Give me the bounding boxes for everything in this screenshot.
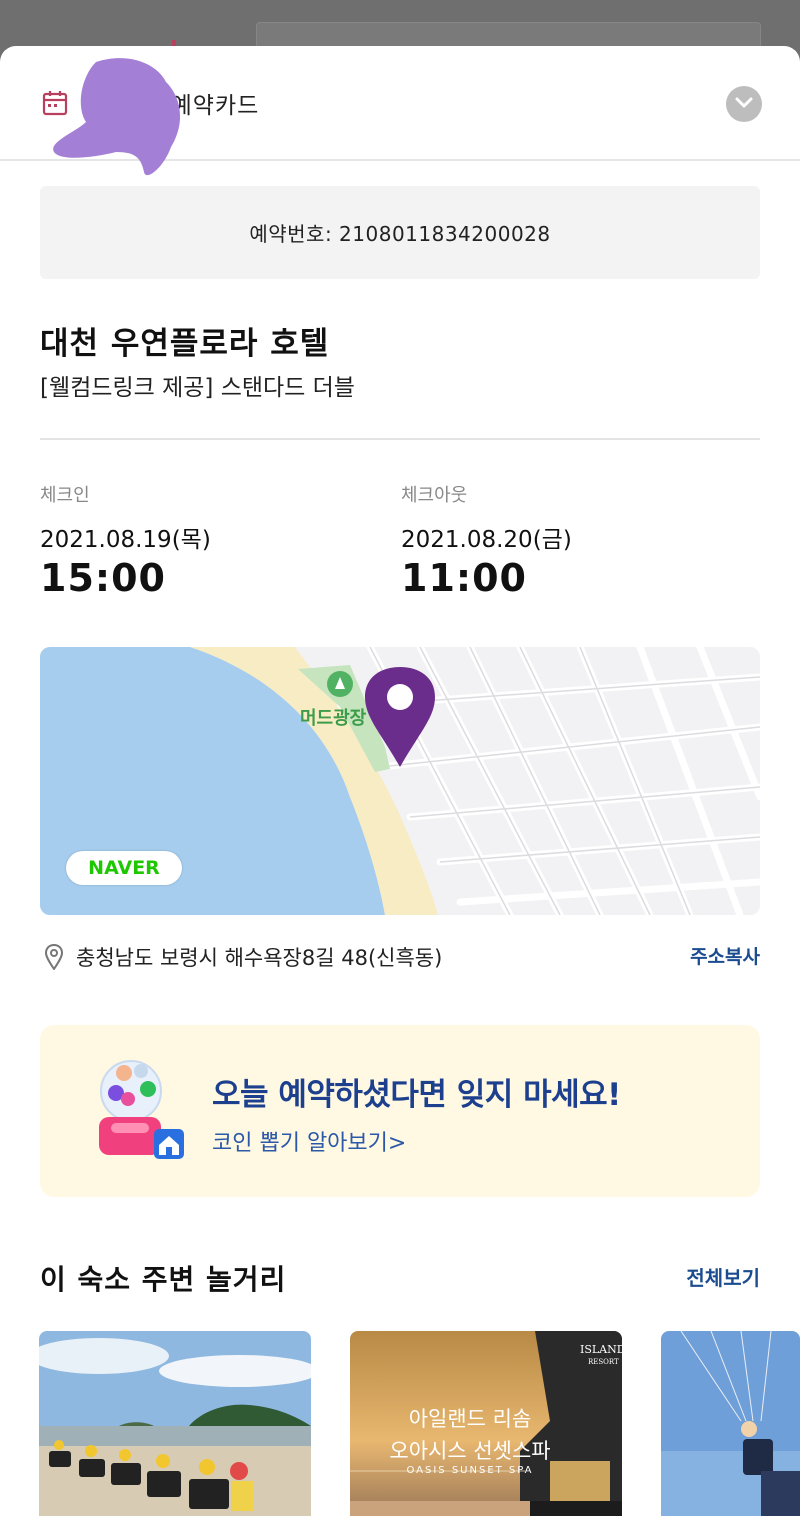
room-name: [웰컴드링크 제공] 스탠다드 더블 bbox=[40, 375, 355, 401]
spa-brand: ISLAND bbox=[580, 1343, 622, 1356]
spa-caption-3: OASIS SUNSET SPA bbox=[406, 1465, 534, 1476]
divider bbox=[40, 438, 760, 440]
location-map[interactable]: 머드광장 NAVER bbox=[40, 647, 760, 915]
spa-caption: 아일랜드 리솜 bbox=[408, 1407, 532, 1431]
atv-beach-photo bbox=[39, 1331, 311, 1516]
activity-card-spa[interactable]: ISLAND RESORT 아일랜드 리솜 오아시스 선셋스파 OASIS SU… bbox=[350, 1331, 622, 1516]
checkin-date: 2021.08.19(목) bbox=[40, 527, 211, 553]
redaction-scribble bbox=[53, 58, 181, 176]
promo-link[interactable]: 코인 뽑기 알아보기> bbox=[212, 1125, 406, 1157]
activity-card-atv[interactable] bbox=[39, 1331, 311, 1516]
checkin-time: 15:00 bbox=[40, 556, 166, 600]
booking-number-box: 예약번호: 2108011834200028 bbox=[40, 186, 760, 279]
activity-card-paragliding[interactable] bbox=[661, 1331, 800, 1516]
address-text: 충청남도 보령시 해수욕장8길 48(신흑동) bbox=[76, 946, 443, 970]
checkout-label: 체크아웃 bbox=[401, 485, 468, 506]
nearby-section-title: 이 숙소 주변 놀거리 bbox=[40, 1263, 287, 1296]
checkin-label: 체크인 bbox=[40, 485, 90, 506]
copy-address-button[interactable]: 주소복사 bbox=[690, 942, 760, 969]
promo-title: 오늘 예약하셨다면 잊지 마세요! bbox=[212, 1077, 621, 1113]
spa-caption-2: 오아시스 선셋스파 bbox=[389, 1439, 551, 1463]
paragliding-photo bbox=[661, 1331, 800, 1516]
spa-brand-sub: RESORT bbox=[588, 1358, 619, 1366]
sheet-header: 님의 예약카드 bbox=[0, 46, 800, 176]
booking-number: 예약번호: 2108011834200028 bbox=[249, 222, 551, 246]
see-all-link[interactable]: 전체보기 bbox=[686, 1262, 760, 1291]
reservation-card-sheet: 님의 예약카드 예약번호: 2108011834200028 대천 우연플로라 … bbox=[0, 46, 800, 1516]
chevron-down-icon bbox=[735, 97, 753, 108]
collapse-button[interactable] bbox=[726, 86, 762, 122]
checkout-date: 2021.08.20(금) bbox=[401, 527, 572, 553]
map-place-label: 머드광장 bbox=[300, 708, 367, 729]
hotel-name: 대천 우연플로라 호텔 bbox=[40, 326, 330, 362]
checkout-time: 11:00 bbox=[401, 556, 527, 600]
address-row: 충청남도 보령시 해수욕장8길 48(신흑동) 주소복사 bbox=[40, 936, 760, 976]
coin-gacha-promo-banner[interactable]: 오늘 예약하셨다면 잊지 마세요! 코인 뽑기 알아보기> bbox=[40, 1025, 760, 1197]
naver-logo-badge: NAVER bbox=[66, 851, 182, 885]
map-pin-icon bbox=[44, 944, 64, 970]
gacha-machine-icon bbox=[99, 1060, 184, 1159]
